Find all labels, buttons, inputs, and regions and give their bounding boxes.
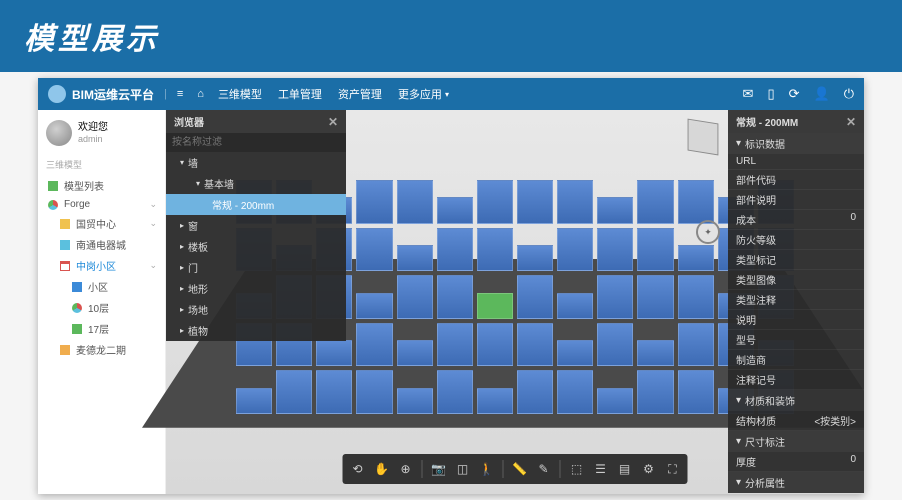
prop-url: URL [728,154,864,170]
model-browser-tool[interactable]: ☰ [590,458,612,480]
browser-panel: 浏览器 ✕ ▾墙 ▾基本墙 常规 - 200mm ▸窗 ▸楼板 ▸门 ▸地形 ▸… [166,110,346,341]
section-3d-model: 三维模型 [38,154,165,175]
building-icon [60,240,70,250]
topbar-right-icons: ✉ ▯ ⟳ 👤 ⏻ [743,86,854,102]
nav-guomao[interactable]: 国贸中心⌄ [38,213,165,234]
power-icon[interactable]: ⏻ [844,86,854,102]
tree-door[interactable]: ▸门 [166,257,346,278]
tree-floor[interactable]: ▸楼板 [166,236,346,257]
nav-zhonggang[interactable]: 中岗小区⌄ [38,255,165,276]
prop-desc: 说明 [728,310,864,330]
home-icon[interactable]: ⌂ [197,88,204,100]
pie-icon [72,303,82,313]
browser-header[interactable]: 浏览器 ✕ [166,110,346,133]
nav-xiaoqu[interactable]: 小区 [38,276,165,297]
prop-part-code: 部件代码 [728,170,864,190]
prop-part-desc: 部件说明 [728,190,864,210]
top-menu: 三维模型 工单管理 资产管理 更多应用▾ [218,86,449,102]
tree-plant[interactable]: ▸植物 [166,320,346,341]
zoom-tool[interactable]: ⊕ [395,458,417,480]
nav-wheel[interactable]: ✦ [696,220,720,244]
pan-tool[interactable]: ✋ [371,458,393,480]
topbar: BIM运维云平台 | ≡ ⌂ 三维模型 工单管理 资产管理 更多应用▾ ✉ ▯ … [38,78,864,110]
refresh-icon[interactable]: ⟳ [789,86,800,102]
page-banner: 模型展示 [0,0,902,72]
avatar [46,120,72,146]
camera-tool[interactable]: 📷 [428,458,450,480]
prop-struct-mat: 结构材质<按类别> [728,411,864,431]
browser-search-input[interactable] [166,133,346,152]
group-material[interactable]: ▾材质和装饰 [728,390,864,411]
group-dimension[interactable]: ▾尺寸标注 [728,431,864,452]
group-analysis[interactable]: ▾分析属性 [728,472,864,493]
nav-model-list[interactable]: 模型列表 [38,175,165,196]
tree-selected-wall[interactable]: 常规 - 200mm [166,194,346,215]
tree-site[interactable]: ▸场地 [166,299,346,320]
props-header[interactable]: 常规 - 200MM ✕ [728,110,864,133]
sidebar: 欢迎您 admin 三维模型 模型列表 Forge⌄ 国贸中心⌄ 南通电器城 中… [38,110,166,494]
app-window: BIM运维云平台 | ≡ ⌂ 三维模型 工单管理 资产管理 更多应用▾ ✉ ▯ … [38,78,864,494]
prop-cost: 成本0 [728,210,864,230]
browser-title: 浏览器 [174,114,204,129]
prop-thickness: 厚度0 [728,452,864,472]
tree-basic-wall[interactable]: ▾基本墙 [166,173,346,194]
menu-work-order[interactable]: 工单管理 [278,86,322,102]
group-identity[interactable]: ▾标识数据 [728,133,864,154]
folder-icon [60,219,70,229]
mobile-icon[interactable]: ▯ [767,86,774,102]
fullscreen-tool[interactable]: ⛶ [662,458,684,480]
building-icon [60,345,70,355]
properties-tool[interactable]: ▤ [614,458,636,480]
explode-tool[interactable]: ⬚ [566,458,588,480]
section-tool[interactable]: ◫ [452,458,474,480]
user-name: admin [78,134,108,145]
menu-3d-model[interactable]: 三维模型 [218,86,262,102]
nav-forge[interactable]: Forge⌄ [38,196,165,213]
prop-maker: 制造商 [728,350,864,370]
prop-type-image: 类型图像 [728,270,864,290]
brand-logo-icon [48,85,66,103]
prop-type-mark: 类型标记 [728,250,864,270]
user-icon[interactable]: 👤 [814,86,830,102]
nav-nantong[interactable]: 南通电器城 [38,234,165,255]
close-icon[interactable]: ✕ [328,115,338,129]
orbit-tool[interactable]: ⟲ [347,458,369,480]
properties-panel: 常规 - 200MM ✕ ▾标识数据 URL 部件代码 部件说明 成本0 防火等… [728,110,864,493]
settings-tool[interactable]: ⚙ [638,458,660,480]
tree-wall[interactable]: ▾墙 [166,152,346,173]
markup-tool[interactable]: ✎ [533,458,555,480]
walk-tool[interactable]: 🚶 [476,458,498,480]
dot-icon [72,282,82,292]
viewer-toolbar: ⟲ ✋ ⊕ 📷 ◫ 🚶 📏 ✎ ⬚ ☰ ▤ ⚙ ⛶ [343,454,688,484]
notification-icon[interactable]: ✉ [743,86,754,102]
menu-toggle-icon[interactable]: ≡ [177,88,183,100]
props-title: 常规 - 200MM [736,114,798,129]
menu-more[interactable]: 更多应用▾ [398,86,449,102]
chart-icon [48,200,58,210]
menu-asset[interactable]: 资产管理 [338,86,382,102]
brand[interactable]: BIM运维云平台 [48,85,154,103]
nav-17f[interactable]: 17层 [38,318,165,339]
close-icon[interactable]: ✕ [846,115,856,129]
user-block[interactable]: 欢迎您 admin [38,116,165,154]
tree-window[interactable]: ▸窗 [166,215,346,236]
nav-maidelong[interactable]: 麦德龙二期 [38,339,165,360]
brand-text: BIM运维云平台 [72,86,154,103]
calendar-icon [60,261,70,271]
measure-tool[interactable]: 📏 [509,458,531,480]
prop-model: 型号 [728,330,864,350]
prop-note-mark: 注释记号 [728,370,864,390]
prop-type-note: 类型注释 [728,290,864,310]
list-icon [48,181,58,191]
viewcube[interactable] [688,119,719,156]
welcome-text: 欢迎您 [78,122,108,134]
content-area: 欢迎您 admin 三维模型 模型列表 Forge⌄ 国贸中心⌄ 南通电器城 中… [38,110,864,494]
nav-10f[interactable]: 10层 [38,297,165,318]
prop-fire: 防火等级 [728,230,864,250]
3d-viewport[interactable]: ✦ 浏览器 ✕ ▾墙 ▾基本墙 常规 - 200mm ▸窗 ▸楼板 ▸门 ▸地形… [166,110,864,494]
tree-terrain[interactable]: ▸地形 [166,278,346,299]
dot-icon [72,324,82,334]
